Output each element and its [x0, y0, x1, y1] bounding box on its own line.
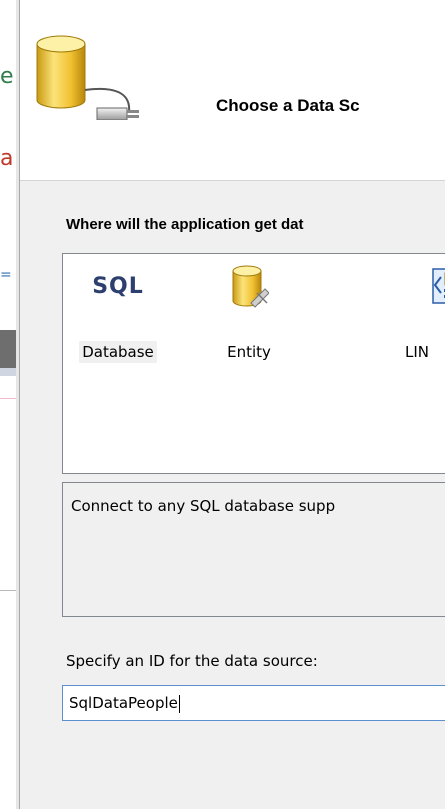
description-text: Connect to any SQL database supp [71, 497, 336, 515]
database-plug-icon [36, 35, 139, 120]
data-source-type-database[interactable]: SQL Database [63, 260, 173, 363]
background-text-fragment: a [0, 146, 14, 171]
data-source-type-label: LIN [405, 343, 430, 361]
header-separator [20, 180, 445, 181]
data-source-description: Connect to any SQL database supp [62, 482, 445, 617]
dialog-header: Choose a Data Sc [20, 0, 445, 180]
background-text-fragment: e [0, 64, 14, 89]
sql-database-icon: SQL [92, 274, 144, 299]
data-source-type-list[interactable]: SQL Database Entity LIN [62, 253, 445, 474]
data-source-type-label: Entity [227, 343, 271, 361]
text-caret [178, 694, 180, 713]
dialog-title: Choose a Data Sc [216, 96, 360, 115]
data-source-type-linq[interactable]: LIN [399, 260, 445, 361]
background-editor-strip: e a = [0, 0, 20, 809]
data-source-type-entity[interactable]: Entity [199, 260, 299, 361]
data-source-id-input[interactable]: SqlDataPeople [62, 685, 445, 721]
data-source-question: Where will the application get dat [66, 216, 304, 233]
choose-data-source-dialog: Choose a Data Sc Where will the applicat… [20, 0, 445, 809]
linq-icon [432, 268, 445, 304]
data-source-id-value: SqlDataPeople [69, 694, 178, 712]
background-text-fragment: = [0, 267, 12, 283]
data-source-type-label: Database [79, 341, 157, 363]
data-source-id-label: Specify an ID for the data source: [66, 652, 318, 670]
entity-database-icon [232, 265, 269, 308]
